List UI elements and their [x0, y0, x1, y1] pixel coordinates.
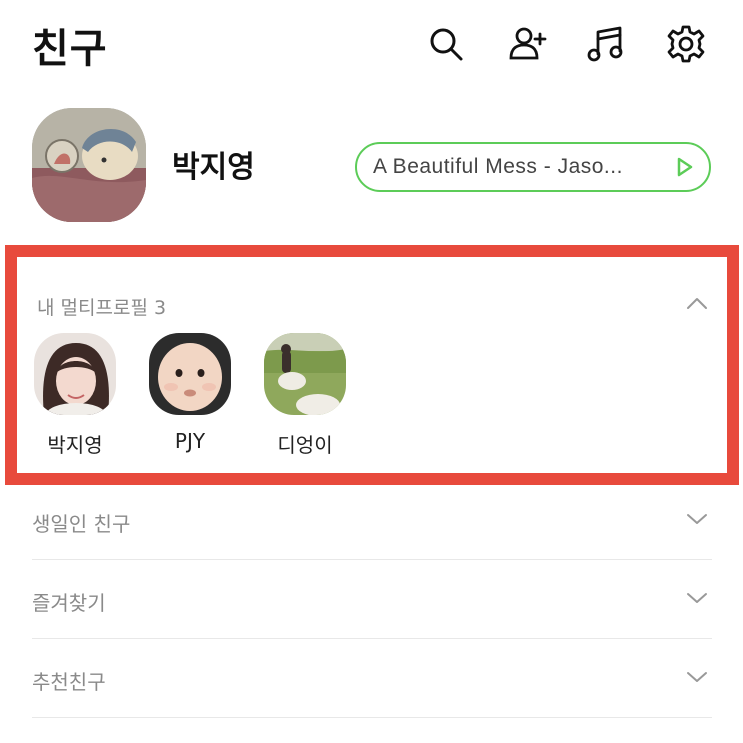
chevron-down-icon: [687, 593, 707, 603]
multi-profile-label: 디엉이: [277, 433, 333, 457]
section-label: 생일인 친구: [32, 512, 131, 536]
multi-profile-avatar: [264, 333, 346, 415]
multi-profile-label: 박지영: [47, 433, 103, 457]
section-label: 즐겨찾기: [32, 591, 106, 615]
search-icon[interactable]: [424, 22, 468, 66]
multi-profile-label: PJY: [174, 429, 206, 453]
section-favorites[interactable]: 즐겨찾기: [32, 561, 712, 639]
multi-profile-section: 내 멀티프로필 3 박지영 PJY 디엉이: [5, 245, 739, 485]
section-birthday-friends[interactable]: 생일인 친구: [32, 482, 712, 560]
page-title: 친구: [32, 26, 108, 72]
avatar[interactable]: [32, 108, 146, 222]
multi-profile-item[interactable]: 박지영: [30, 333, 120, 458]
chevron-down-icon: [687, 672, 707, 682]
chevron-down-icon: [687, 514, 707, 524]
profile-music-button[interactable]: A Beautiful Mess - Jaso...: [355, 142, 711, 192]
profile-name: 박지영: [172, 150, 255, 185]
multi-profile-item[interactable]: PJY: [145, 333, 235, 453]
profile-music-title: A Beautiful Mess - Jaso...: [373, 155, 623, 178]
multi-profile-avatar: [149, 333, 231, 415]
multi-profile-item[interactable]: 디엉이: [260, 333, 350, 458]
chevron-up-icon[interactable]: [685, 295, 709, 311]
section-recommended-friends[interactable]: 추천친구: [32, 640, 712, 718]
settings-icon[interactable]: [664, 22, 708, 66]
multi-profile-avatar: [34, 333, 116, 415]
my-profile[interactable]: 박지영 A Beautiful Mess - Jaso...: [0, 100, 743, 230]
multi-profile-header: 내 멀티프로필 3: [37, 297, 167, 319]
music-icon[interactable]: [584, 22, 628, 66]
play-icon: [677, 157, 693, 177]
section-label: 추천친구: [32, 670, 106, 694]
add-friend-icon[interactable]: [505, 22, 549, 66]
top-bar: 친구: [0, 0, 743, 90]
